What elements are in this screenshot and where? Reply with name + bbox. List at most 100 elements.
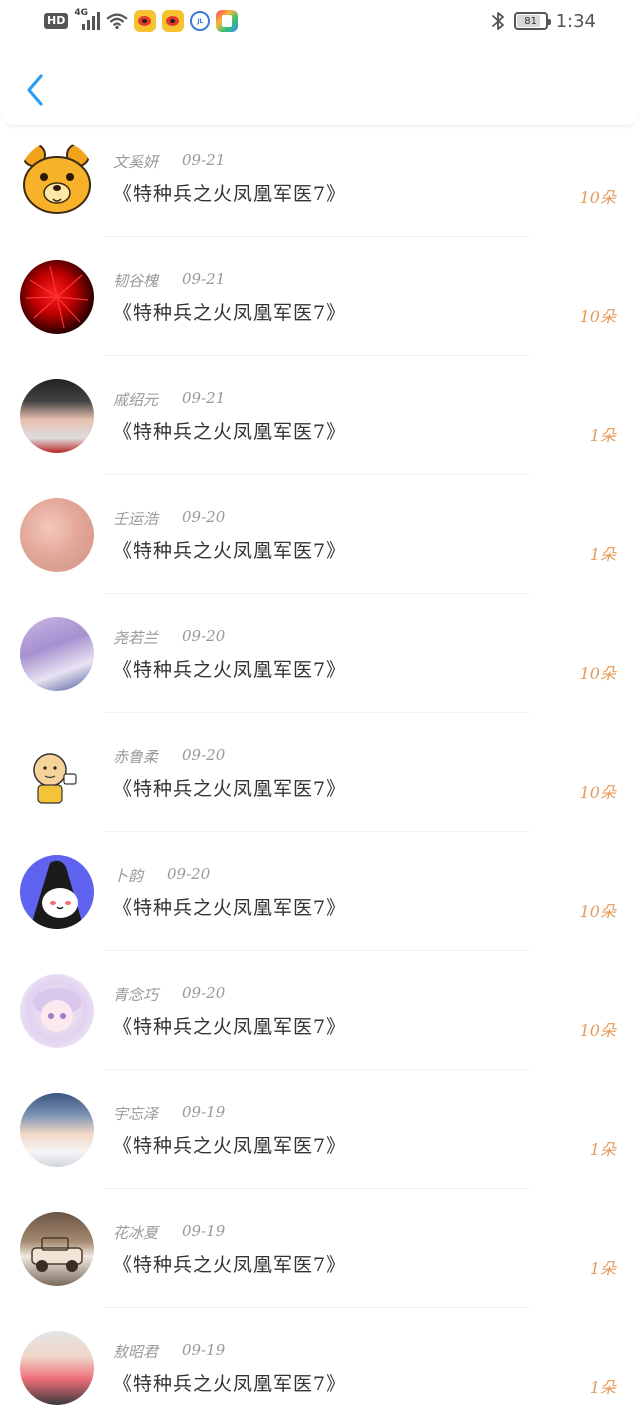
battery-level: 81 bbox=[524, 15, 537, 27]
list-item[interactable]: 青念巧 09-20 《特种兵之火凤凰军医7》 10朵 bbox=[0, 963, 640, 1082]
list-item[interactable]: 敖昭君 09-19 《特种兵之火凤凰军医7》 1朵 bbox=[0, 1320, 640, 1422]
list-item[interactable]: 戚绍元 09-21 《特种兵之火凤凰军医7》 1朵 bbox=[0, 368, 640, 487]
avatar[interactable] bbox=[20, 617, 94, 691]
avatar[interactable] bbox=[20, 1212, 94, 1286]
hd-icon: HD bbox=[44, 13, 69, 29]
sender-meta: 尧若兰 09-20 bbox=[113, 627, 225, 648]
avatar[interactable] bbox=[20, 141, 94, 215]
list-item[interactable]: 卜韵 09-20 《特种兵之火凤凰军医7》 10朵 bbox=[0, 844, 640, 963]
flower-count: 1朵 bbox=[589, 426, 616, 445]
status-left: HD 4G JL bbox=[44, 8, 239, 32]
gift-date: 09-20 bbox=[182, 508, 226, 526]
avatar[interactable] bbox=[20, 1331, 94, 1405]
flower-count: 10朵 bbox=[579, 664, 616, 683]
flower-count: 10朵 bbox=[579, 188, 616, 207]
gift-date: 09-19 bbox=[182, 1222, 226, 1240]
book-title: 《特种兵之火凤凰军医7》 bbox=[113, 183, 347, 205]
divider bbox=[104, 355, 530, 356]
avatar[interactable] bbox=[20, 498, 94, 572]
list-item[interactable]: 韧谷槐 09-21 《特种兵之火凤凰军医7》 10朵 bbox=[0, 249, 640, 368]
avatar[interactable] bbox=[20, 855, 94, 929]
book-title: 《特种兵之火凤凰军医7》 bbox=[113, 540, 347, 562]
flower-count: 10朵 bbox=[579, 902, 616, 921]
list-item[interactable]: 花冰夏 09-19 《特种兵之火凤凰军医7》 1朵 bbox=[0, 1201, 640, 1320]
list-item[interactable]: 尧若兰 09-20 《特种兵之火凤凰军医7》 10朵 bbox=[0, 606, 640, 725]
status-right: 81 1:34 bbox=[490, 10, 596, 32]
gift-date: 09-20 bbox=[167, 865, 211, 883]
avatar[interactable] bbox=[20, 379, 94, 453]
gift-date: 09-21 bbox=[182, 151, 226, 169]
sender-meta: 戚绍元 09-21 bbox=[113, 389, 225, 410]
avatar[interactable] bbox=[20, 974, 94, 1048]
sender-meta: 赤鲁柔 09-20 bbox=[113, 746, 225, 767]
sender-name: 文奚妍 bbox=[113, 153, 159, 171]
sender-name: 戚绍元 bbox=[113, 391, 159, 409]
flower-count: 10朵 bbox=[579, 1021, 616, 1040]
flower-count: 1朵 bbox=[589, 545, 616, 564]
list-item[interactable]: 文奚妍 09-21 《特种兵之火凤凰军医7》 10朵 bbox=[0, 130, 640, 249]
sender-name: 壬运浩 bbox=[113, 510, 159, 528]
divider bbox=[104, 1188, 530, 1189]
sender-name: 花冰夏 bbox=[113, 1224, 159, 1242]
divider bbox=[104, 1307, 530, 1308]
status-bar: HD 4G JL 81 1:34 bbox=[0, 0, 640, 44]
sender-name: 宇忘泽 bbox=[113, 1105, 159, 1123]
flower-count: 1朵 bbox=[589, 1259, 616, 1278]
divider bbox=[104, 831, 530, 832]
back-button[interactable] bbox=[18, 70, 52, 110]
avatar[interactable] bbox=[20, 260, 94, 334]
divider bbox=[104, 474, 530, 475]
divider bbox=[104, 1069, 530, 1070]
sender-name: 韧谷槐 bbox=[113, 272, 159, 290]
list-item[interactable]: 赤鲁柔 09-20 《特种兵之火凤凰军医7》 10朵 bbox=[0, 725, 640, 844]
sender-meta: 韧谷槐 09-21 bbox=[113, 270, 225, 291]
book-title: 《特种兵之火凤凰军医7》 bbox=[113, 421, 347, 443]
gift-date: 09-19 bbox=[182, 1341, 226, 1359]
gift-date: 09-21 bbox=[182, 389, 226, 407]
gift-date: 09-21 bbox=[182, 270, 226, 288]
sender-name: 敖昭君 bbox=[113, 1343, 159, 1361]
book-title: 《特种兵之火凤凰军医7》 bbox=[113, 1135, 347, 1157]
gift-date: 09-20 bbox=[182, 984, 226, 1002]
weibo-icon bbox=[162, 10, 185, 32]
clock: 1:34 bbox=[555, 10, 596, 32]
sender-name: 青念巧 bbox=[113, 986, 159, 1004]
gift-date: 09-20 bbox=[182, 746, 226, 764]
sender-meta: 敖昭君 09-19 bbox=[113, 1341, 225, 1362]
battery-icon: 81 bbox=[513, 12, 551, 30]
divider bbox=[104, 950, 530, 951]
flower-count: 10朵 bbox=[579, 783, 616, 802]
divider bbox=[104, 593, 530, 594]
gift-date: 09-19 bbox=[182, 1103, 226, 1121]
book-title: 《特种兵之火凤凰军医7》 bbox=[113, 1254, 347, 1276]
book-title: 《特种兵之火凤凰军医7》 bbox=[113, 1373, 347, 1395]
sender-name: 卜韵 bbox=[113, 867, 144, 885]
list-item[interactable]: 宇忘泽 09-19 《特种兵之火凤凰军医7》 1朵 bbox=[0, 1082, 640, 1201]
signal-icon: 4G bbox=[74, 8, 101, 32]
multicolor-app-icon bbox=[216, 10, 239, 32]
book-title: 《特种兵之火凤凰军医7》 bbox=[113, 778, 347, 800]
book-title: 《特种兵之火凤凰军医7》 bbox=[113, 659, 347, 681]
sender-meta: 壬运浩 09-20 bbox=[113, 508, 225, 529]
header-bar bbox=[0, 44, 640, 126]
weibo-icon bbox=[134, 10, 157, 32]
sender-name: 赤鲁柔 bbox=[113, 748, 159, 766]
sender-meta: 花冰夏 09-19 bbox=[113, 1222, 225, 1243]
sender-meta: 宇忘泽 09-19 bbox=[113, 1103, 225, 1124]
divider bbox=[104, 236, 530, 237]
divider bbox=[104, 712, 530, 713]
flower-count: 10朵 bbox=[579, 307, 616, 326]
round-app-icon: JL bbox=[190, 11, 211, 31]
list-item[interactable]: 壬运浩 09-20 《特种兵之火凤凰军医7》 1朵 bbox=[0, 487, 640, 606]
sender-meta: 卜韵 09-20 bbox=[113, 865, 210, 886]
book-title: 《特种兵之火凤凰军医7》 bbox=[113, 897, 347, 919]
avatar[interactable] bbox=[20, 1093, 94, 1167]
sender-meta: 青念巧 09-20 bbox=[113, 984, 225, 1005]
wifi-icon bbox=[107, 13, 128, 30]
book-title: 《特种兵之火凤凰军医7》 bbox=[113, 1016, 347, 1038]
sender-meta: 文奚妍 09-21 bbox=[113, 151, 225, 172]
flower-count: 1朵 bbox=[589, 1378, 616, 1397]
gift-date: 09-20 bbox=[182, 627, 226, 645]
flower-count: 1朵 bbox=[589, 1140, 616, 1159]
avatar[interactable] bbox=[20, 736, 94, 810]
